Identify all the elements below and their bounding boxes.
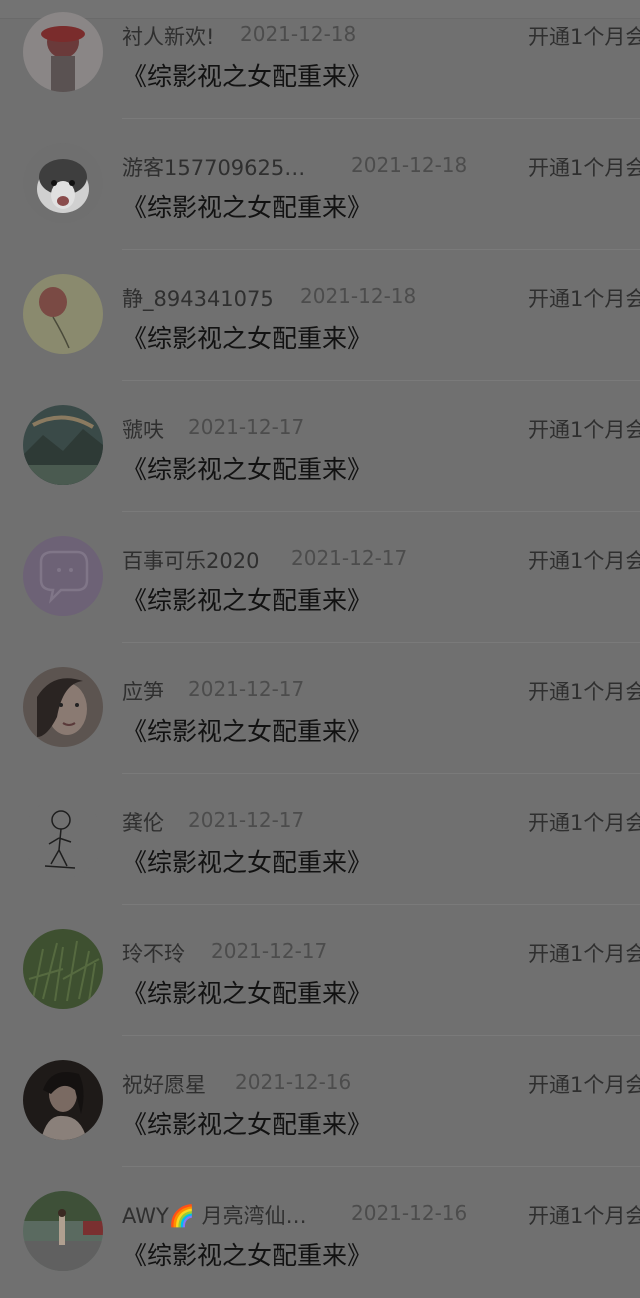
avatar-landscape-painting-icon[interactable]: [23, 405, 103, 485]
book-title: 《综影视之女配重来》: [122, 193, 373, 222]
date: 2021-12-17: [211, 939, 328, 963]
avatar-purple-chat-bubble-icon[interactable]: [23, 536, 103, 616]
action-text: 开通1个月会: [528, 1073, 640, 1097]
list-item[interactable]: 虢呋 2021-12-17 《综影视之女配重来》 开通1个月会: [0, 381, 640, 512]
date: 2021-12-16: [351, 1201, 468, 1225]
date: 2021-12-17: [188, 677, 305, 701]
user-name: 龚伦: [122, 811, 164, 835]
action-text: 开通1个月会: [528, 418, 640, 442]
action-text: 开通1个月会: [528, 549, 640, 573]
action-text: 开通1个月会: [528, 680, 640, 704]
date: 2021-12-18: [300, 284, 417, 308]
avatar-girl-dark-portrait-icon[interactable]: [23, 1060, 103, 1140]
avatar-green-grass-icon[interactable]: [23, 929, 103, 1009]
avatar-husky-dog-icon[interactable]: [23, 143, 103, 223]
book-title: 《综影视之女配重来》: [122, 324, 373, 353]
list-item[interactable]: 玲不玲 2021-12-17 《综影视之女配重来》 开通1个月会: [0, 905, 640, 1036]
action-text: 开通1个月会: [528, 942, 640, 966]
action-text: 开通1个月会: [528, 25, 640, 49]
user-name: 百事可乐2020: [122, 549, 260, 573]
list-item[interactable]: 祝好愿星 2021-12-16 《综影视之女配重来》 开通1个月会: [0, 1036, 640, 1167]
user-name: 玲不玲: [122, 942, 185, 966]
date: 2021-12-17: [291, 546, 408, 570]
user-name: 虢呋: [122, 418, 164, 442]
date: 2021-12-16: [235, 1070, 352, 1094]
user-name: AWY🌈 月亮湾仙…: [122, 1204, 307, 1228]
book-title: 《综影视之女配重来》: [122, 586, 373, 615]
user-name: 衬人新欢!: [122, 25, 215, 49]
avatar-balloon-drawing-icon[interactable]: [23, 274, 103, 354]
list-item[interactable]: AWY🌈 月亮湾仙… 2021-12-16 《综影视之女配重来》 开通1个月会: [0, 1167, 640, 1298]
user-name: 静_894341075: [122, 287, 274, 311]
date: 2021-12-18: [240, 22, 357, 46]
user-name: 祝好愿星: [122, 1073, 206, 1097]
avatar-sketch-figure-icon[interactable]: [23, 798, 103, 878]
book-title: 《综影视之女配重来》: [122, 717, 373, 746]
date: 2021-12-17: [188, 415, 305, 439]
list-item[interactable]: 静_894341075 2021-12-18 《综影视之女配重来》 开通1个月会: [0, 250, 640, 381]
list-item[interactable]: 游客157709625… 2021-12-18 《综影视之女配重来》 开通1个月…: [0, 119, 640, 250]
avatar-street-photo-icon[interactable]: [23, 1191, 103, 1271]
action-text: 开通1个月会: [528, 287, 640, 311]
action-text: 开通1个月会: [528, 811, 640, 835]
user-name: 应笋: [122, 680, 164, 704]
book-title: 《综影视之女配重来》: [122, 979, 373, 1008]
user-name: 游客157709625…: [122, 156, 306, 180]
date: 2021-12-17: [188, 808, 305, 832]
list-item[interactable]: 龚伦 2021-12-17 《综影视之女配重来》 开通1个月会: [0, 774, 640, 905]
avatar-girl-red-hat-icon[interactable]: [23, 12, 103, 92]
list-item[interactable]: 衬人新欢! 2021-12-18 《综影视之女配重来》 开通1个月会: [0, 0, 640, 119]
date: 2021-12-18: [351, 153, 468, 177]
action-text: 开通1个月会: [528, 1204, 640, 1228]
book-title: 《综影视之女配重来》: [122, 1110, 373, 1139]
list-item[interactable]: 百事可乐2020 2021-12-17 《综影视之女配重来》 开通1个月会: [0, 512, 640, 643]
action-text: 开通1个月会: [528, 156, 640, 180]
book-title: 《综影视之女配重来》: [122, 1241, 373, 1270]
book-title: 《综影视之女配重来》: [122, 455, 373, 484]
list-item[interactable]: 应笋 2021-12-17 《综影视之女配重来》 开通1个月会: [0, 643, 640, 774]
book-title: 《综影视之女配重来》: [122, 62, 373, 91]
book-title: 《综影视之女配重来》: [122, 848, 373, 877]
avatar-woman-portrait-icon[interactable]: [23, 667, 103, 747]
